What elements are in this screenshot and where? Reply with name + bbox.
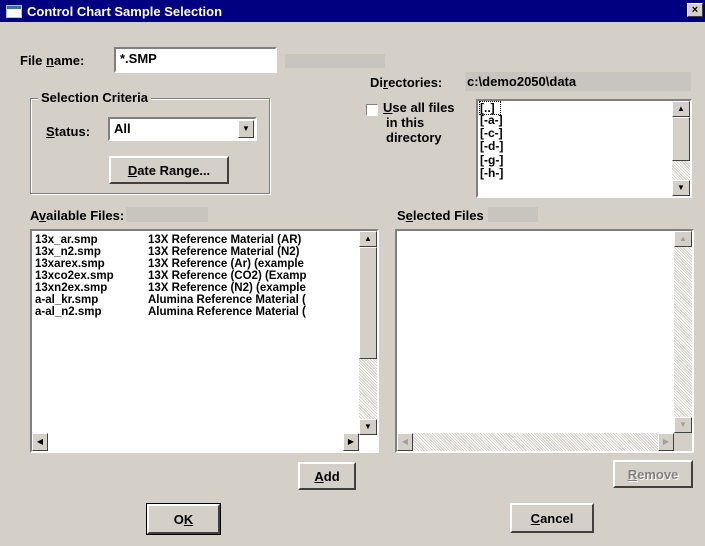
available-files-hscroll[interactable]: ◀ ▶ [32,433,359,451]
scroll-down-icon: ▼ [364,422,372,431]
available-files-vscroll[interactable]: ▲ ▼ [359,231,377,435]
list-item[interactable]: 13xarex.smp 13X Reference (Ar) (example [35,258,360,270]
ok-button[interactable]: OK [146,503,221,535]
directories-path: c:\demo2050\data [465,72,691,91]
close-icon: × [691,4,699,16]
window-title: Control Chart Sample Selection [27,3,223,19]
status-select[interactable]: All ▼ [108,117,257,141]
scroll-up-icon: ▲ [677,104,685,113]
scroll-up-button[interactable]: ▲ [674,231,692,247]
directory-scrollbar[interactable]: ▲ ▼ [672,101,690,196]
use-all-files-checkbox[interactable] [366,104,378,116]
list-item[interactable]: 13x_n2.smp 13X Reference Material (N2) [35,246,360,258]
scroll-thumb[interactable] [672,117,690,161]
list-item[interactable]: 13xco2ex.smp 13X Reference (CO2) (Examp [35,270,360,282]
list-item[interactable]: a-al_n2.smp Alumina Reference Material ( [35,306,360,318]
scroll-right-button[interactable]: ▶ [343,433,359,451]
title-bar: Control Chart Sample Selection × [0,0,705,22]
scroll-up-button[interactable]: ▲ [359,231,377,247]
scroll-left-button[interactable]: ◀ [32,433,48,451]
selection-criteria-title: Selection Criteria [38,90,151,105]
directory-item[interactable]: [-g-] [480,154,503,166]
scroll-left-icon: ◀ [401,437,409,446]
selected-files-label: Selected Files [397,208,484,223]
remove-button[interactable]: Remove [613,460,693,488]
directory-item[interactable]: [-h-] [480,167,503,179]
selected-files-vscroll[interactable]: ▲ ▼ [674,231,692,433]
selected-files-count-field [488,207,538,222]
scroll-corner [674,433,692,451]
scroll-down-icon: ▼ [677,183,685,192]
available-files-count-field [126,207,208,222]
scroll-up-button[interactable]: ▲ [672,101,690,117]
window-icon [6,4,22,18]
selected-files-hscroll[interactable]: ◀ ▶ [397,433,674,451]
scroll-down-button[interactable]: ▼ [359,419,377,435]
use-all-files-label: Use all files in this directory [383,100,455,145]
list-item[interactable]: a-al_kr.smp Alumina Reference Material ( [35,294,360,306]
directory-item[interactable]: [-c-] [480,127,503,139]
directory-item[interactable]: [-d-] [480,140,503,152]
list-item[interactable]: 13x_ar.smp 13X Reference Material (AR) [35,234,360,246]
scroll-up-icon: ▲ [364,234,372,243]
chevron-down-icon: ▼ [242,124,250,133]
scroll-up-icon: ▲ [679,234,687,243]
cancel-button[interactable]: Cancel [510,503,594,533]
date-range-button[interactable]: Date Range... [109,156,229,184]
file-name-input[interactable]: *.SMP [114,47,277,73]
available-files-rows: 13x_ar.smp 13X Reference Material (AR) 13… [35,234,360,318]
scroll-down-button[interactable]: ▼ [672,180,690,196]
selected-files-list[interactable]: ▲ ▼ ◀ ▶ [395,229,694,453]
close-button[interactable]: × [687,3,703,17]
scroll-left-icon: ◀ [36,437,44,446]
scroll-left-button[interactable]: ◀ [397,433,413,451]
list-item[interactable]: 13xn2ex.smp 13X Reference (N2) (example [35,282,360,294]
status-dropdown-button[interactable]: ▼ [238,120,254,138]
scroll-right-icon: ▶ [662,437,670,446]
add-button[interactable]: Add [298,462,356,490]
directories-label: Directories: [370,75,443,90]
scroll-right-button[interactable]: ▶ [658,433,674,451]
directory-list[interactable]: [..] [-a-] [-c-] [-d-] [-g-] [-h-] ▲ ▼ [476,99,692,198]
status-label: Status: [46,124,91,139]
file-name-label: File name: [20,53,85,68]
scroll-down-icon: ▼ [679,420,687,429]
directory-items: [..] [-a-] [-c-] [-d-] [-g-] [-h-] [479,101,503,179]
directory-item[interactable]: [-a-] [480,114,503,126]
scroll-right-icon: ▶ [347,437,355,446]
available-files-list[interactable]: 13x_ar.smp 13X Reference Material (AR) 13… [30,229,379,453]
file-name-status-field [285,54,385,68]
scroll-down-button[interactable]: ▼ [674,417,692,433]
available-files-label: Available Files: [30,208,125,223]
scroll-thumb[interactable] [359,247,377,359]
